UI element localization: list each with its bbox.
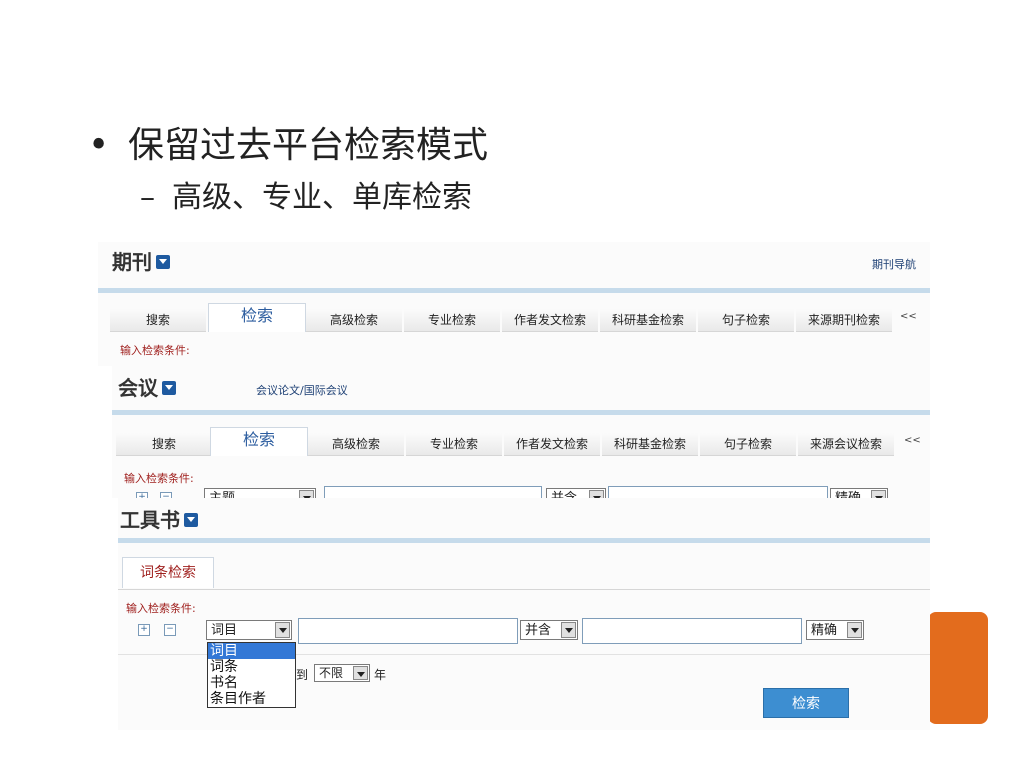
- journal-header: 期刊 期刊导航: [98, 242, 930, 288]
- logic-select[interactable]: 并含: [546, 488, 606, 498]
- dropdown-option[interactable]: 书名: [208, 675, 295, 691]
- match-select[interactable]: 精确: [830, 488, 888, 498]
- chevron-down-icon[interactable]: [275, 622, 290, 638]
- conference-header: 会议 会议论文/国际会议: [112, 364, 930, 410]
- sub-bullet-text: 高级、专业、单库检索: [172, 180, 472, 215]
- reference-title: 工具书: [120, 504, 198, 533]
- match-select[interactable]: 精确: [806, 620, 864, 640]
- more-tabs-toggle[interactable]: <<: [900, 311, 917, 322]
- tab-author[interactable]: 作者发文检索: [502, 309, 598, 332]
- divider: [118, 538, 930, 543]
- tab-advanced[interactable]: 高级检索: [306, 309, 402, 332]
- reference-tabs: 词条检索: [118, 557, 930, 590]
- second-keyword-input[interactable]: [582, 618, 802, 644]
- tab-source[interactable]: 来源期刊检索: [796, 309, 892, 332]
- collapse-icon[interactable]: [184, 512, 198, 527]
- tab-author[interactable]: 作者发文检索: [504, 433, 600, 456]
- year-select[interactable]: 不限: [314, 664, 370, 682]
- remove-row-icon[interactable]: −: [164, 624, 176, 636]
- conference-title: 会议: [118, 372, 176, 401]
- chevron-down-icon[interactable]: [871, 490, 886, 498]
- sub-bullet-marker: –: [140, 180, 155, 215]
- condition-label: 输入检索条件:: [120, 344, 190, 357]
- field-select[interactable]: 词目: [206, 620, 292, 640]
- tab-fund[interactable]: 科研基金检索: [600, 309, 696, 332]
- tab-sentence[interactable]: 句子检索: [698, 309, 794, 332]
- collapse-icon[interactable]: [162, 380, 176, 395]
- keyword-input[interactable]: [324, 486, 542, 498]
- field-select[interactable]: 主题: [204, 488, 316, 498]
- tab-search[interactable]: 搜索: [110, 309, 206, 332]
- chevron-down-icon[interactable]: [353, 666, 368, 680]
- dropdown-option[interactable]: 词条: [208, 659, 295, 675]
- dropdown-option[interactable]: 条目作者: [208, 691, 295, 707]
- sub-bullet: – 高级、专业、单库检索: [140, 172, 472, 216]
- bullet-text: 保留过去平台检索模式: [128, 125, 489, 166]
- main-bullet: • 保留过去平台检索模式: [88, 116, 488, 168]
- second-keyword-input[interactable]: [608, 486, 828, 498]
- chevron-down-icon[interactable]: [589, 490, 604, 498]
- condition-label: 输入检索条件:: [126, 602, 196, 615]
- tab-search[interactable]: 搜索: [116, 433, 212, 456]
- add-row-icon[interactable]: +: [138, 624, 150, 636]
- reference-header: 工具书: [118, 498, 930, 538]
- logic-select[interactable]: 并含: [520, 620, 578, 640]
- tab-sentence[interactable]: 句子检索: [700, 433, 796, 456]
- chevron-down-icon[interactable]: [561, 622, 576, 638]
- year-to-label: 到: [296, 668, 309, 682]
- more-tabs-toggle[interactable]: <<: [904, 435, 921, 446]
- divider: [98, 288, 930, 293]
- year-unit-label: 年: [374, 668, 387, 682]
- journal-panel: 期刊 期刊导航 搜索 检索 高级检索 专业检索 作者发文检索 科研基金检索 句子…: [98, 242, 930, 366]
- tab-professional[interactable]: 专业检索: [406, 433, 502, 456]
- conference-tabs: 搜索 检索 高级检索 专业检索 作者发文检索 科研基金检索 句子检索 来源会议检…: [112, 427, 930, 457]
- keyword-input[interactable]: [298, 618, 518, 644]
- tab-entry-search[interactable]: 词条检索: [122, 557, 214, 588]
- journal-tabs: 搜索 检索 高级检索 专业检索 作者发文检索 科研基金检索 句子检索 来源期刊检…: [98, 303, 930, 333]
- journal-nav-link[interactable]: 期刊导航: [872, 256, 916, 272]
- search-button[interactable]: 检索: [763, 688, 849, 718]
- tab-source[interactable]: 来源会议检索: [798, 433, 894, 456]
- collapse-icon[interactable]: [156, 254, 170, 269]
- chevron-down-icon[interactable]: [299, 490, 314, 498]
- dropdown-option[interactable]: 词目: [208, 643, 295, 659]
- orange-accent-shape: [928, 612, 988, 724]
- field-options-dropdown[interactable]: 词目 词条 书名 条目作者: [207, 642, 296, 708]
- chevron-down-icon[interactable]: [847, 622, 862, 638]
- tab-advanced[interactable]: 高级检索: [308, 433, 404, 456]
- journal-title: 期刊: [112, 246, 170, 275]
- tab-retrieve[interactable]: 检索: [210, 427, 308, 456]
- bullet-marker: •: [88, 125, 110, 166]
- conference-panel: 会议 会议论文/国际会议 搜索 检索 高级检索 专业检索 作者发文检索 科研基金…: [112, 364, 930, 498]
- divider: [112, 410, 930, 415]
- tab-retrieve[interactable]: 检索: [208, 303, 306, 332]
- tab-professional[interactable]: 专业检索: [404, 309, 500, 332]
- condition-label: 输入检索条件:: [124, 472, 194, 485]
- tab-fund[interactable]: 科研基金检索: [602, 433, 698, 456]
- conference-sub-link[interactable]: 会议论文/国际会议: [256, 382, 348, 398]
